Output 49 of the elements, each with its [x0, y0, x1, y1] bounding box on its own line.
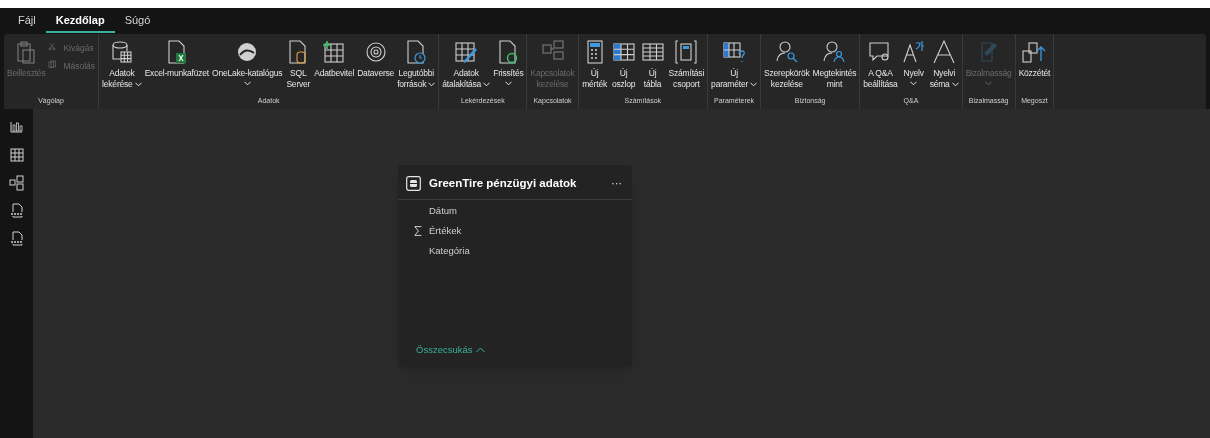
ribbon-button[interactable]: Excel-munkafüzet	[143, 39, 210, 79]
sigma-icon	[414, 226, 422, 236]
ribbon-button[interactable]: OneLake-katalógus	[211, 39, 284, 86]
ribbon-button[interactable]: Adatok lekérése	[101, 39, 143, 90]
model-icon[interactable]	[8, 175, 25, 191]
caret-icon	[951, 82, 959, 87]
publish-icon	[1021, 39, 1048, 65]
ribbon-button[interactable]: Adatok átalakítása	[441, 39, 492, 90]
ribbon-button[interactable]: Új paraméter	[710, 39, 759, 90]
table-icon	[406, 176, 421, 191]
ribbon-button[interactable]: A Q&A beállítása	[862, 39, 899, 90]
ribbon-button[interactable]: Új tábla	[638, 39, 667, 90]
ribbon-button[interactable]: Új oszlop	[609, 39, 638, 90]
calculator-bracket-icon	[673, 39, 700, 65]
letter-language-icon	[900, 39, 927, 65]
ribbon-button[interactable]: Legutóbbi források	[396, 39, 437, 90]
caret-icon	[750, 82, 758, 87]
more-button[interactable]: ···	[609, 175, 624, 192]
ribbon-button[interactable]: SQL Server	[284, 39, 313, 90]
table-question-icon	[721, 39, 748, 65]
card-title: GreenTire pénzügyi adatok	[429, 175, 578, 191]
person-search-icon	[821, 39, 848, 65]
ribbon-button[interactable]: Dataverse	[356, 39, 396, 79]
ribbon-button[interactable]: Megtekintés mint	[811, 39, 858, 90]
field-item[interactable]: Kategória	[429, 243, 470, 259]
ribbon-button[interactable]: Nyelvi séma	[928, 39, 960, 90]
menu-tab[interactable]: Fájl	[8, 10, 46, 33]
ribbon-button[interactable]: Számítási csoport	[667, 39, 706, 90]
ribbon-button[interactable]: Új mérték	[580, 39, 609, 90]
caret-icon	[134, 82, 142, 87]
collapse-link[interactable]: Összecsukás	[416, 342, 485, 357]
table-pencil-icon	[453, 39, 480, 65]
menu-tab[interactable]: Súgó	[114, 10, 161, 33]
ribbon-button[interactable]: Adatbevitel	[313, 39, 356, 79]
caret-icon	[985, 81, 993, 86]
ribbon-button[interactable]: Nyelv	[899, 39, 928, 86]
table-icon[interactable]	[8, 147, 25, 163]
caret-icon	[504, 81, 512, 86]
caret-icon	[483, 82, 491, 87]
chevron-up-icon	[475, 346, 485, 353]
ribbon-button[interactable]: Szerepkörök kezelése	[763, 39, 811, 90]
field-item[interactable]: Értékek	[429, 223, 462, 239]
report-icon[interactable]	[8, 119, 25, 135]
caret-icon	[243, 81, 251, 86]
caret-icon	[428, 82, 436, 87]
field-item[interactable]: Dátum	[429, 203, 457, 219]
ribbon-button[interactable]: Közzétét	[1017, 39, 1052, 79]
ribbon-button[interactable]: Frissítés	[492, 39, 525, 86]
caret-icon	[910, 81, 918, 86]
